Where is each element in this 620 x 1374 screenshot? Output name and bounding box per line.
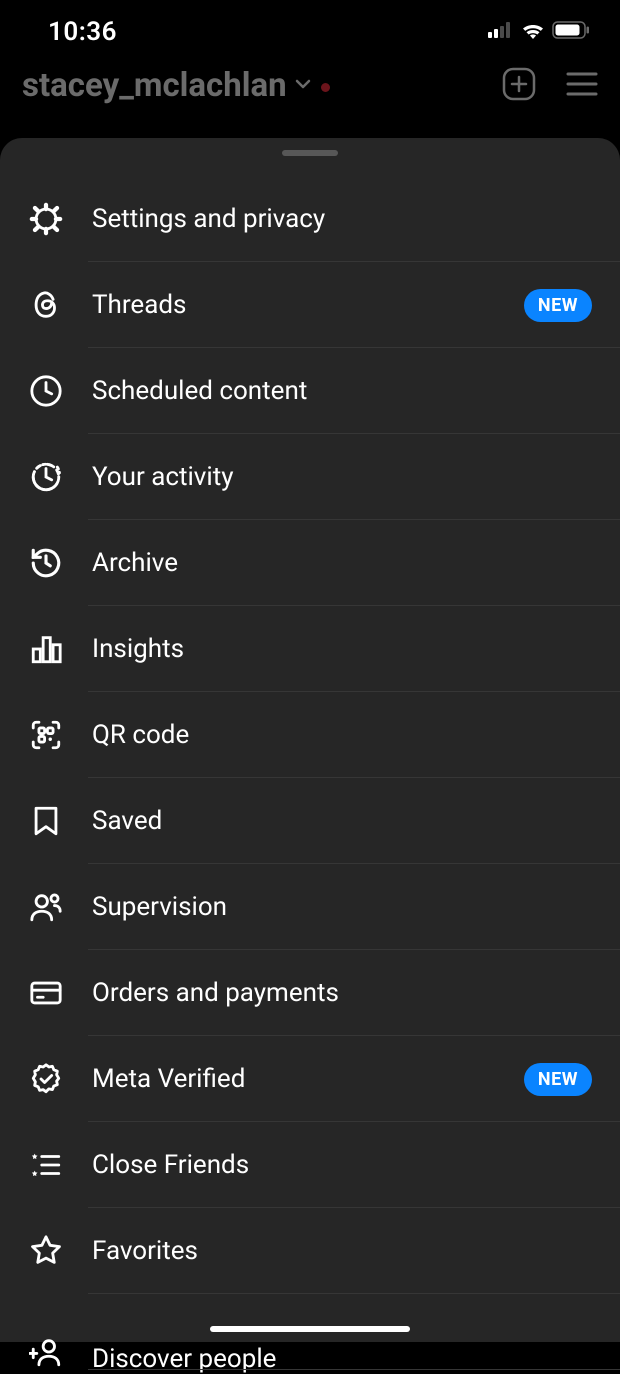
menu-label: Supervision [92,892,592,922]
menu-label: Threads [92,290,496,320]
favorites-icon [28,1233,64,1269]
menu-item-saved[interactable]: Saved [0,778,620,864]
status-icons-group [488,21,590,43]
home-indicator[interactable] [210,1326,410,1332]
supervision-icon [28,889,64,925]
menu-item-settings[interactable]: Settings and privacy [0,176,620,262]
wifi-icon [521,21,545,43]
menu-label: Meta Verified [92,1064,496,1094]
menu-item-archive[interactable]: Archive [0,520,620,606]
chevron-down-icon[interactable] [293,74,313,98]
qr-icon [28,717,64,753]
menu-label: Orders and payments [92,978,592,1008]
new-badge: NEW [524,1063,592,1096]
menu-label: Saved [92,806,592,836]
menu-item-scheduled[interactable]: Scheduled content [0,348,620,434]
hamburger-menu-button[interactable] [566,71,598,101]
status-time: 10:36 [48,17,117,47]
profile-header: stacey_mclachlan [0,60,620,115]
menu-item-supervision[interactable]: Supervision [0,864,620,950]
menu-item-threads[interactable]: Threads NEW [0,262,620,348]
menu-item-meta-verified[interactable]: Meta Verified NEW [0,1036,620,1122]
menu-label: Discover people [92,1344,592,1374]
menu-item-orders[interactable]: Orders and payments [0,950,620,1036]
menu-item-insights[interactable]: Insights [0,606,620,692]
clock-icon [28,373,64,409]
menu-item-discover[interactable]: Discover people [0,1294,620,1370]
verified-icon [28,1061,64,1097]
menu-item-qr-code[interactable]: QR code [0,692,620,778]
menu-label: Archive [92,548,592,578]
menu-label: QR code [92,720,592,750]
cellular-icon [488,22,514,42]
archive-icon [28,545,64,581]
battery-icon [552,21,590,43]
drag-handle[interactable] [282,150,338,156]
activity-icon [28,459,64,495]
menu-label: Favorites [92,1236,592,1266]
menu-label: Your activity [92,462,592,492]
discover-icon [28,1334,64,1370]
menu-list: Settings and privacy Threads NEW Schedul… [0,176,620,1370]
gear-icon [28,201,64,237]
options-sheet: Settings and privacy Threads NEW Schedul… [0,138,620,1342]
close-friends-icon [28,1147,64,1183]
create-button[interactable] [502,67,536,105]
notification-dot [321,83,330,92]
menu-label: Scheduled content [92,376,592,406]
threads-icon [28,287,64,323]
payments-icon [28,975,64,1011]
menu-item-favorites[interactable]: Favorites [0,1208,620,1294]
menu-label: Close Friends [92,1150,592,1180]
status-bar: 10:36 [0,0,620,60]
menu-label: Settings and privacy [92,204,592,234]
insights-icon [28,631,64,667]
saved-icon [28,803,64,839]
profile-username[interactable]: stacey_mclachlan [22,66,287,105]
menu-label: Insights [92,634,592,664]
menu-item-activity[interactable]: Your activity [0,434,620,520]
menu-item-close-friends[interactable]: Close Friends [0,1122,620,1208]
new-badge: NEW [524,289,592,322]
